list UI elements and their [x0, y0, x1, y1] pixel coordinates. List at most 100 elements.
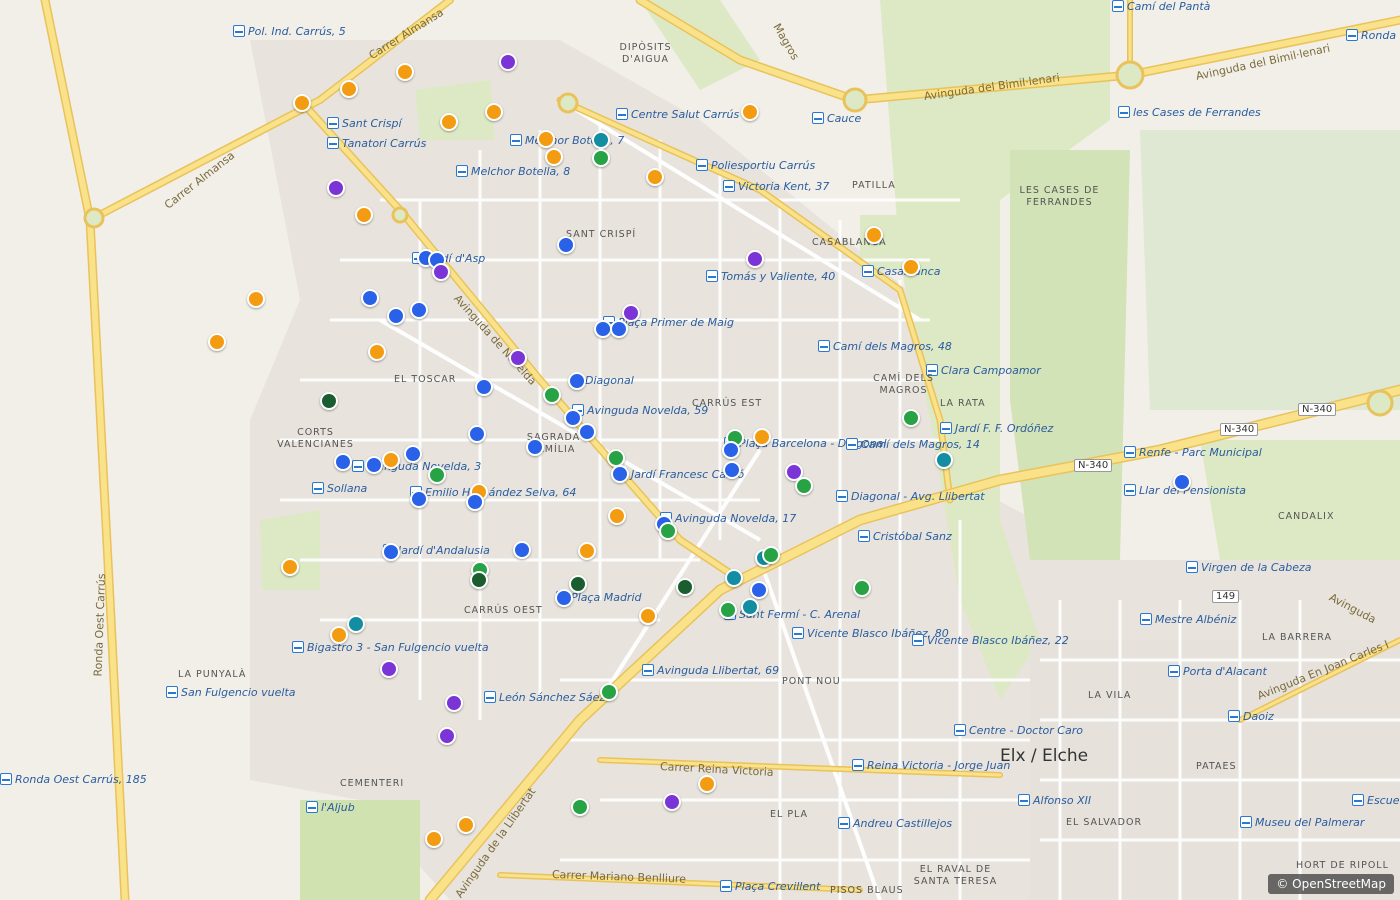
bus-stop-label[interactable]: Ronda: [1346, 29, 1396, 42]
map-marker-orange[interactable]: [381, 450, 400, 469]
map-marker-green[interactable]: [591, 149, 610, 168]
map-marker-purple[interactable]: [437, 727, 456, 746]
bus-stop-label[interactable]: Ronda Oest Carrús, 185: [0, 773, 147, 786]
map-marker-blue[interactable]: [721, 441, 740, 459]
bus-stop-label[interactable]: Porta d'Alacant: [1168, 665, 1267, 678]
map-marker-blue[interactable]: [334, 452, 352, 471]
map-marker-green[interactable]: [600, 683, 618, 702]
map-canvas[interactable]: Pol. Ind. Carrús, 5 Sant Crispí Tanatori C…: [0, 0, 1400, 900]
map-marker-darkgreen[interactable]: [320, 392, 338, 411]
map-marker-blue[interactable]: [364, 456, 383, 475]
bus-stop-label[interactable]: Museu del Palmerar: [1240, 816, 1364, 829]
map-marker-blue[interactable]: [465, 493, 484, 512]
bus-stop-label[interactable]: Tanatori Carrús: [327, 137, 426, 150]
map-marker-purple[interactable]: [745, 250, 764, 269]
bus-stop-label[interactable]: Andreu Castillejos: [838, 817, 952, 830]
map-marker-blue[interactable]: [577, 423, 596, 441]
bus-stop-label[interactable]: Sollana: [312, 482, 367, 495]
bus-stop-label[interactable]: Camí dels Magros, 48: [818, 340, 952, 353]
map-marker-orange[interactable]: [577, 541, 596, 560]
map-marker-orange[interactable]: [864, 225, 883, 244]
bus-stop-label[interactable]: Casablanca: [862, 265, 940, 278]
bus-stop-label[interactable]: Daoiz: [1228, 710, 1274, 723]
map-marker-purple[interactable]: [380, 659, 399, 678]
bus-stop-label[interactable]: León Sánchez Sáez: [484, 691, 605, 704]
map-marker-orange[interactable]: [545, 147, 564, 166]
map-marker-orange[interactable]: [698, 774, 716, 793]
map-marker-teal[interactable]: [724, 568, 743, 587]
map-marker-orange[interactable]: [537, 129, 555, 148]
map-marker-orange[interactable]: [752, 428, 771, 447]
map-marker-darkgreen[interactable]: [675, 577, 694, 596]
map-marker-orange[interactable]: [395, 63, 414, 81]
map-marker-orange[interactable]: [608, 506, 627, 525]
bus-stop-label[interactable]: Emilio Hernández Selva, 64: [410, 486, 576, 499]
map-marker-blue[interactable]: [409, 489, 428, 508]
map-marker-blue[interactable]: [525, 438, 544, 457]
bus-stop-label[interactable]: Poliesportiu Carrús: [696, 159, 815, 172]
bus-stop-label[interactable]: Mestre Albéniz: [1140, 613, 1236, 626]
bus-stop-label[interactable]: Alfonso XII: [1018, 794, 1091, 807]
map-marker-purple[interactable]: [327, 179, 345, 198]
map-marker-purple[interactable]: [499, 53, 518, 72]
map-marker-green[interactable]: [542, 386, 561, 405]
map-marker-blue[interactable]: [609, 320, 628, 339]
map-marker-green[interactable]: [719, 601, 737, 620]
bus-stop-label[interactable]: Tomás y Valiente, 40: [706, 270, 835, 283]
map-marker-darkgreen[interactable]: [469, 570, 488, 589]
map-marker-blue[interactable]: [409, 300, 428, 319]
bus-stop-label[interactable]: Sant Crispí: [327, 117, 402, 130]
map-marker-green[interactable]: [570, 798, 589, 817]
map-marker-blue[interactable]: [381, 542, 400, 561]
bus-stop-label[interactable]: Pol. Ind. Carrús, 5: [233, 25, 346, 38]
bus-stop-label[interactable]: Vicente Blasco Ibáñez, 22: [912, 634, 1069, 647]
map-marker-purple[interactable]: [663, 792, 681, 811]
bus-stop-label[interactable]: Reina Victoria - Jorge Juan: [852, 759, 1010, 772]
map-attribution[interactable]: © OpenStreetMap: [1268, 874, 1394, 894]
map-marker-blue[interactable]: [1172, 473, 1191, 492]
map-marker-blue[interactable]: [387, 306, 406, 325]
map-marker-orange[interactable]: [339, 80, 358, 99]
bus-stop-label[interactable]: Melchor Botella, 8: [456, 165, 570, 178]
map-marker-blue[interactable]: [563, 408, 582, 427]
map-marker-orange[interactable]: [902, 258, 921, 277]
map-marker-purple[interactable]: [509, 349, 527, 368]
map-marker-blue[interactable]: [404, 444, 422, 463]
bus-stop-label[interactable]: Avinguda Novelda, 17: [660, 512, 796, 525]
map-marker-orange[interactable]: [280, 558, 299, 576]
map-marker-green[interactable]: [762, 546, 781, 565]
map-marker-green[interactable]: [607, 449, 625, 468]
bus-stop-label[interactable]: les Cases de Ferrandes: [1118, 106, 1261, 119]
bus-stop-label[interactable]: Centre - Doctor Caro: [954, 724, 1083, 737]
map-marker-green[interactable]: [427, 466, 446, 485]
map-marker-blue[interactable]: [513, 540, 532, 559]
map-marker-green[interactable]: [853, 578, 872, 597]
bus-stop-label[interactable]: Avinguda Novelda, 59: [572, 404, 708, 417]
bus-stop-label[interactable]: Avinguda Llibertat, 69: [642, 664, 779, 677]
bus-stop-label[interactable]: Renfe - Parc Municipal: [1124, 446, 1262, 459]
map-marker-orange[interactable]: [639, 606, 658, 625]
map-marker-orange[interactable]: [741, 102, 760, 121]
map-marker-blue[interactable]: [475, 378, 494, 396]
bus-stop-label[interactable]: Escuelas: [1352, 794, 1400, 807]
bus-stop-label[interactable]: Virgen de la Cabeza: [1186, 561, 1312, 574]
map-marker-purple[interactable]: [622, 304, 641, 323]
bus-stop-label[interactable]: Cristóbal Sanz: [858, 530, 952, 543]
bus-stop-label[interactable]: Diagonal - Avg. Llibertat: [836, 490, 985, 503]
bus-stop-label[interactable]: Camí dels Magros, 14: [846, 438, 980, 451]
map-marker-orange[interactable]: [293, 93, 312, 112]
map-marker-blue[interactable]: [556, 235, 575, 254]
bus-stop-label[interactable]: l'Aljub: [306, 801, 355, 814]
bus-stop-label[interactable]: Jardí F. F. Ordóñez: [940, 422, 1053, 435]
map-marker-blue[interactable]: [723, 460, 742, 479]
bus-stop-label[interactable]: Centre Salut Carrús: [616, 108, 739, 121]
map-marker-orange[interactable]: [457, 816, 476, 835]
map-marker-blue[interactable]: [468, 424, 487, 443]
map-marker-green[interactable]: [902, 408, 921, 427]
map-marker-orange[interactable]: [425, 829, 443, 848]
map-marker-teal[interactable]: [346, 614, 365, 633]
map-marker-blue[interactable]: [360, 288, 379, 307]
map-marker-teal[interactable]: [591, 131, 610, 150]
map-marker-blue[interactable]: [555, 588, 574, 607]
map-marker-orange[interactable]: [208, 333, 226, 351]
